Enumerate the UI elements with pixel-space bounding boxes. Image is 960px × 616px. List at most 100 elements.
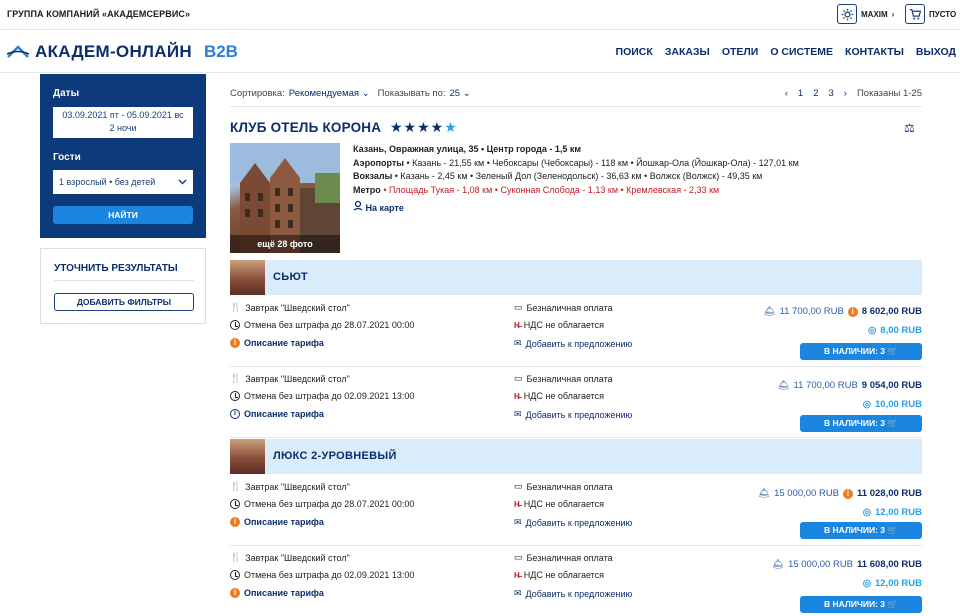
add-to-offer-label: Добавить к предложению [525,409,633,420]
card-icon: ▭ [514,552,523,562]
add-to-offer-link[interactable]: ✉ Добавить к предложению [514,517,632,528]
page-size-select[interactable]: 25 ⌄ [450,88,471,99]
sort-select[interactable]: Рекомендуемая ⌄ [289,88,370,99]
coin-icon: ◎ [867,325,877,336]
add-to-offer-label: Добавить к предложению [525,517,633,528]
nav-about[interactable]: О СИСТЕМЕ [770,46,833,58]
next-page-icon[interactable]: › [844,88,847,99]
info-icon: i [230,409,240,419]
meal-text: Завтрак "Шведский стол" [245,302,350,313]
pagination: ‹ 1 2 3 › Показаны 1-25 [785,88,922,99]
room-header[interactable]: СЬЮТ [230,260,922,295]
vat-info: Н̶ НДС не облагается [514,320,604,330]
clock-icon [230,570,240,580]
base-price: 15 000,00 RUB [788,559,854,570]
tariff-description-link[interactable]: i Описание тарифа [230,517,324,527]
no-vat-icon: Н̶ [514,320,520,330]
final-price: 11 028,00 RUB [857,488,922,499]
vat-text: НДС не облагается [523,499,605,509]
bonus-amount: 12,00 RUB [875,578,922,589]
map-pin-icon [353,200,363,213]
logo[interactable]: АКАДЕМ-ОНЛАЙН B2B [7,42,238,62]
nav-orders[interactable]: ЗАКАЗЫ [665,46,710,58]
add-to-offer-link[interactable]: ✉ Добавить к предложению [514,338,632,349]
price-row: 🛎 15 000,00 RUB 11 608,00 RUB [772,559,922,570]
guests-label: Гости [53,152,81,163]
info-icon[interactable]: i [847,306,858,317]
cancel-text: Отмена без штрафа до 28.07.2021 00:00 [244,320,415,330]
chevron-down-icon: ⌄ [361,88,370,99]
add-to-offer-label: Добавить к предложению [525,338,633,349]
add-filters-button[interactable]: ДОБАВИТЬ ФИЛЬТРЫ [54,293,194,311]
bonus-row: ◎ 12,00 RUB [863,507,922,518]
room-title: СЬЮТ [273,271,308,283]
payment-text: Безналичная оплата [526,373,613,384]
prev-page-icon[interactable]: ‹ [785,88,788,99]
sort-label: Сортировка: [230,88,285,99]
cart-icon: 🛒 [887,418,899,428]
book-button[interactable]: В НАЛИЧИИ: 3 🛒 [800,343,922,360]
vat-text: НДС не облагается [523,391,605,401]
cancel-text: Отмена без штрафа до 28.07.2021 00:00 [244,499,415,509]
tariff-description-label: Описание тарифа [244,588,324,598]
no-vat-icon: Н̶ [514,570,520,580]
find-button[interactable]: НАЙТИ [53,206,193,224]
price-row: 🛎 11 700,00 RUB 9 054,00 RUB [777,380,922,391]
refine-title: УТОЧНИТЬ РЕЗУЛЬТАТЫ [54,263,178,274]
scales-icon[interactable]: ⚖ [904,121,915,135]
stations-label: Вокзалы [353,171,393,181]
add-to-offer-label: Добавить к предложению [525,588,633,599]
vat-text: НДС не облагается [523,320,605,330]
vat-info: Н̶ НДС не облагается [514,391,604,401]
hotel-photo[interactable]: ещё 28 фото [230,143,340,253]
envelope-icon: ✉ [514,409,522,419]
header: АКАДЕМ-ОНЛАЙН B2B ПОИСК ЗАКАЗЫ ОТЕЛИ О С… [0,31,960,73]
availability-label: В НАЛИЧИИ: 3 [823,418,886,428]
hotel-name[interactable]: КЛУБ ОТЕЛЬ КОРОНА [230,120,381,135]
tariff-row: 🍴 Завтрак "Шведский стол" Отмена без штра… [230,476,922,546]
nights-count: 2 ночи [109,123,137,133]
add-to-offer-link[interactable]: ✉ Добавить к предложению [514,588,632,599]
hotel-address: Казань, Овражная улица, 35 • Центр город… [353,144,582,154]
user-menu[interactable]: MAXIM › [837,4,894,24]
cancel-text: Отмена без штрафа до 02.09.2021 13:00 [244,570,415,580]
tariff-description-link[interactable]: i Описание тарифа [230,409,324,419]
nav-hotels[interactable]: ОТЕЛИ [722,46,759,58]
cart-button[interactable]: ПУСТО [905,4,956,24]
info-icon[interactable]: i [843,488,854,499]
room-photo[interactable] [230,260,265,295]
meal-info: 🍴 Завтрак "Шведский стол" [230,373,350,384]
tariff-description-link[interactable]: i Описание тарифа [230,338,324,348]
room-photo[interactable] [230,439,265,474]
clock-icon [230,320,240,330]
room-header[interactable]: ЛЮКС 2-УРОВНЕВЫЙ [230,439,922,474]
metro-label: Метро [353,184,381,195]
no-vat-icon: Н̶ [514,499,520,509]
nav-logout[interactable]: ВЫХОД [916,46,956,58]
on-map-link[interactable]: На карте [353,200,799,216]
price-row: 🛎 11 700,00 RUB i 8 602,00 RUB [763,306,922,317]
payment-text: Безналичная оплата [526,481,613,492]
nav-contacts[interactable]: КОНТАКТЫ [845,46,904,58]
book-button[interactable]: В НАЛИЧИИ: 3 🛒 [800,415,922,432]
page-3[interactable]: 3 [829,88,834,99]
book-button[interactable]: В НАЛИЧИИ: 3 🛒 [800,596,922,613]
tariff-description-link[interactable]: i Описание тарифа [230,588,324,598]
fork-knife-icon: 🍴 [230,302,242,312]
page-2[interactable]: 2 [813,88,818,99]
book-button[interactable]: В НАЛИЧИИ: 3 🛒 [800,522,922,539]
availability-label: В НАЛИЧИИ: 3 [823,599,886,609]
fork-knife-icon: 🍴 [230,552,242,562]
tariff-description-label: Описание тарифа [244,338,324,348]
meal-info: 🍴 Завтрак "Шведский стол" [230,481,350,492]
coin-icon: ◎ [862,507,871,518]
page-1[interactable]: 1 [798,88,803,99]
payment-info: ▭ Безналичная оплата [514,373,613,384]
nav-search[interactable]: ПОИСК [616,46,653,58]
add-to-offer-link[interactable]: ✉ Добавить к предложению [514,409,632,420]
cancel-info: Отмена без штрафа до 02.09.2021 13:00 [230,570,414,580]
no-vat-icon: Н̶ [514,391,520,401]
vat-text: НДС не облагается [523,570,605,580]
dates-field[interactable]: 03.09.2021 пт - 05.09.2021 вс 2 ночи [53,107,193,138]
guests-select[interactable]: 1 взрослый • без детей [53,170,193,194]
